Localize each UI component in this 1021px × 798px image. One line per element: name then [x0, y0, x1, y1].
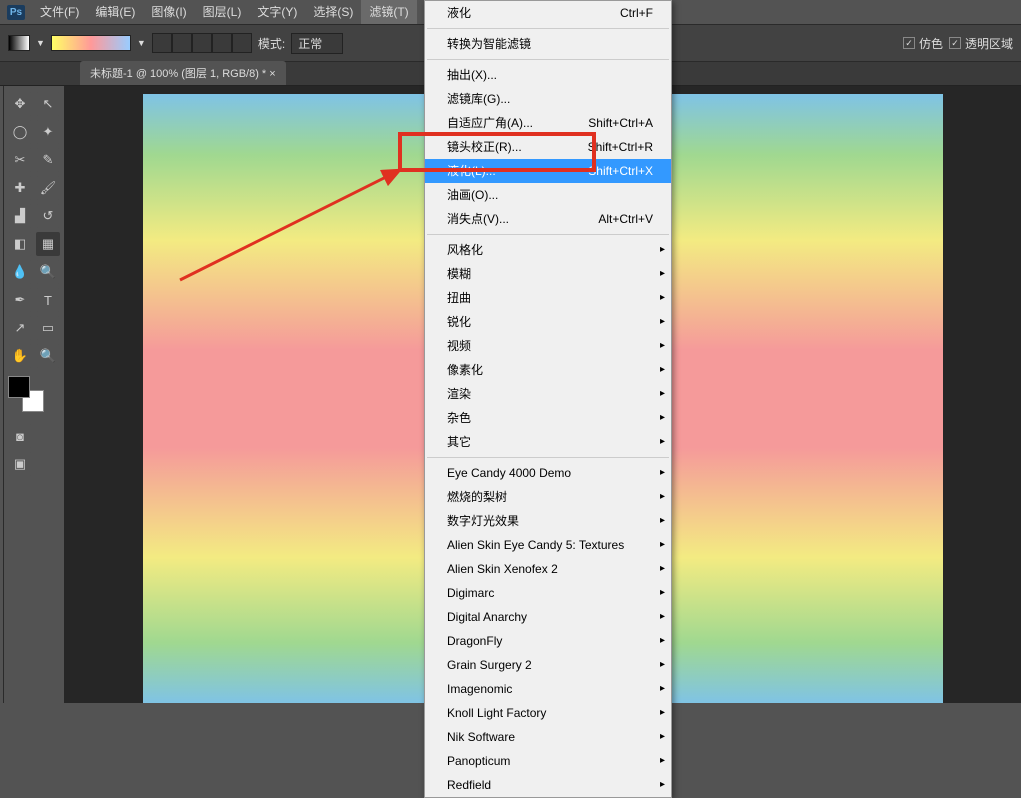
menu-item[interactable]: Digital Anarchy — [425, 605, 671, 629]
selection-tool[interactable]: ↖ — [36, 92, 60, 116]
quickmask-button[interactable]: ◙ — [8, 424, 32, 448]
wand-tool[interactable]: ✦ — [36, 120, 60, 144]
menu-item[interactable]: 燃烧的梨树 — [425, 485, 671, 509]
hand-tool[interactable]: ✋ — [8, 344, 32, 368]
menu-item[interactable]: 消失点(V)...Alt+Ctrl+V — [425, 207, 671, 231]
diamond-gradient-button[interactable] — [232, 33, 252, 53]
menu-item[interactable]: 液化Ctrl+F — [425, 1, 671, 25]
menu-item[interactable]: Alien Skin Eye Candy 5: Textures — [425, 533, 671, 557]
filter-menu-dropdown: 液化Ctrl+F 转换为智能滤镜抽出(X)...滤镜库(G)...自适应广角(A)… — [424, 0, 672, 798]
pen-tool[interactable]: ✒ — [8, 288, 32, 312]
menu-item[interactable]: Panopticum — [425, 749, 671, 773]
menu-3[interactable]: 图层(L) — [195, 0, 250, 24]
shape-tool[interactable]: ▭ — [36, 316, 60, 340]
menu-item[interactable]: 镜头校正(R)...Shift+Ctrl+R — [425, 135, 671, 159]
menu-6[interactable]: 滤镜(T) — [361, 0, 416, 24]
menu-item[interactable]: Digimarc — [425, 581, 671, 605]
dodge-tool[interactable]: 🔍 — [36, 260, 60, 284]
transparency-checkbox[interactable]: ✓透明区域 — [949, 35, 1013, 52]
menu-item[interactable]: DragonFly — [425, 629, 671, 653]
menu-item[interactable]: Knoll Light Factory — [425, 701, 671, 725]
gradient-preview[interactable] — [51, 35, 131, 51]
toolbar: ✥↖ ◯✦ ✂✎ ✚🖌 ▟↺ ◧▦ 💧🔍 ✒T ↗▭ ✋🔍 ◙ ▣ — [4, 86, 64, 703]
lasso-tool[interactable]: ◯ — [8, 120, 32, 144]
menu-item[interactable]: Eye Candy 4000 Demo — [425, 461, 671, 485]
angle-gradient-button[interactable] — [192, 33, 212, 53]
menu-item[interactable]: 杂色 — [425, 406, 671, 430]
mode-label: 模式: — [258, 35, 285, 52]
menu-item[interactable]: 视频 — [425, 334, 671, 358]
menu-5[interactable]: 选择(S) — [305, 0, 361, 24]
menu-item[interactable]: 其它 — [425, 430, 671, 454]
menu-4[interactable]: 文字(Y) — [249, 0, 305, 24]
menu-item[interactable]: 像素化 — [425, 358, 671, 382]
menu-item[interactable]: 风格化 — [425, 238, 671, 262]
menu-2[interactable]: 图像(I) — [143, 0, 194, 24]
color-swatches[interactable] — [8, 376, 44, 412]
menu-item[interactable]: 模糊 — [425, 262, 671, 286]
eyedropper-tool[interactable]: ✎ — [36, 148, 60, 172]
menu-item[interactable]: 液化(L)...Shift+Ctrl+X — [425, 159, 671, 183]
menu-0[interactable]: 文件(F) — [32, 0, 87, 24]
menu-1[interactable]: 编辑(E) — [87, 0, 143, 24]
menu-item[interactable]: Nik Software — [425, 725, 671, 749]
menu-separator — [427, 59, 669, 60]
screenmode-button[interactable]: ▣ — [8, 452, 32, 476]
radial-gradient-button[interactable] — [172, 33, 192, 53]
type-tool[interactable]: T — [36, 288, 60, 312]
stamp-tool[interactable]: ▟ — [8, 204, 32, 228]
eraser-tool[interactable]: ◧ — [8, 232, 32, 256]
brush-tool[interactable]: 🖌 — [36, 176, 60, 200]
menu-separator — [427, 28, 669, 29]
path-tool[interactable]: ↗ — [8, 316, 32, 340]
menu-separator — [427, 457, 669, 458]
menu-item[interactable]: 渲染 — [425, 382, 671, 406]
menu-item[interactable]: 扭曲 — [425, 286, 671, 310]
gradient-type-group — [152, 33, 252, 53]
move-tool[interactable]: ✥ — [8, 92, 32, 116]
menu-item[interactable]: Redfield — [425, 773, 671, 797]
tool-preset[interactable] — [8, 35, 30, 51]
menu-item[interactable]: 抽出(X)... — [425, 63, 671, 87]
dither-checkbox[interactable]: ✓仿色 — [903, 35, 943, 52]
heal-tool[interactable]: ✚ — [8, 176, 32, 200]
menu-item[interactable]: Imagenomic — [425, 677, 671, 701]
menu-item[interactable]: Alien Skin Xenofex 2 — [425, 557, 671, 581]
gradient-tool[interactable]: ▦ — [36, 232, 60, 256]
menu-item[interactable]: 锐化 — [425, 310, 671, 334]
linear-gradient-button[interactable] — [152, 33, 172, 53]
menu-item[interactable]: 油画(O)... — [425, 183, 671, 207]
blur-tool[interactable]: 💧 — [8, 260, 32, 284]
menu-separator — [427, 234, 669, 235]
menu-item[interactable]: 数字灯光效果 — [425, 509, 671, 533]
menu-item[interactable]: 转换为智能滤镜 — [425, 32, 671, 56]
zoom-tool[interactable]: 🔍 — [36, 344, 60, 368]
mode-select[interactable]: 正常 — [291, 33, 343, 54]
document-tab[interactable]: 未标题-1 @ 100% (图层 1, RGB/8) * × — [80, 61, 286, 85]
menu-item[interactable]: 自适应广角(A)...Shift+Ctrl+A — [425, 111, 671, 135]
reflected-gradient-button[interactable] — [212, 33, 232, 53]
menu-item[interactable]: 滤镜库(G)... — [425, 87, 671, 111]
crop-tool[interactable]: ✂ — [8, 148, 32, 172]
ps-logo: Ps — [4, 0, 28, 24]
menu-item[interactable]: Grain Surgery 2 — [425, 653, 671, 677]
history-brush-tool[interactable]: ↺ — [36, 204, 60, 228]
